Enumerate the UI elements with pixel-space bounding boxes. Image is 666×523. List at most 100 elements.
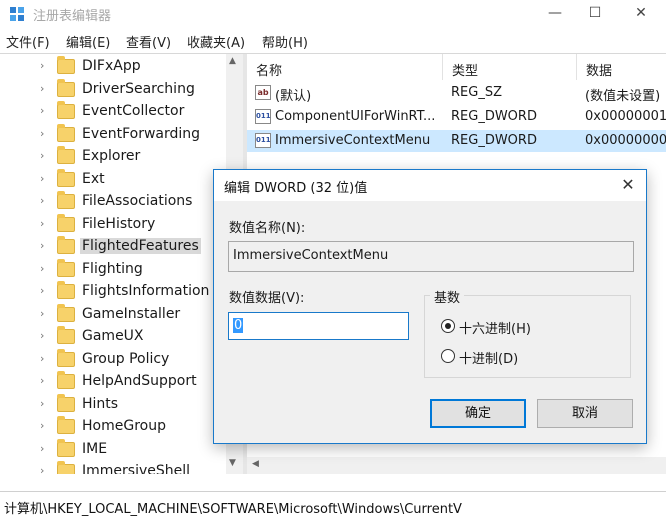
tree-item-label: DriverSearching: [82, 80, 195, 97]
title-bar: 注册表编辑器 — ☐ ✕: [0, 0, 666, 28]
tree-item-label: Flighting: [82, 260, 143, 277]
scroll-up-icon[interactable]: ▲: [229, 56, 236, 66]
registry-key-tree[interactable]: › DIFxApp › DriverSearching › EventCollector ›…: [0, 54, 226, 474]
tree-item[interactable]: › Explorer: [0, 146, 226, 168]
expand-arrow-icon[interactable]: ›: [40, 194, 44, 207]
folder-icon: [57, 78, 75, 97]
expand-arrow-icon[interactable]: ›: [40, 82, 44, 95]
value-type: REG_SZ: [451, 85, 502, 100]
folder-icon: [57, 258, 75, 277]
column-header-name[interactable]: 名称: [247, 54, 443, 80]
values-horizontal-scrollbar[interactable]: ◀: [247, 457, 666, 474]
folder-icon: [57, 281, 75, 299]
expand-arrow-icon[interactable]: ›: [40, 352, 44, 365]
tree-item[interactable]: › IME: [0, 438, 226, 461]
decimal-label[interactable]: 十进制(D): [459, 348, 518, 367]
menu-edit[interactable]: 编辑(E): [66, 32, 110, 51]
menu-file[interactable]: 文件(F): [6, 32, 50, 51]
tree-item[interactable]: › Ext: [0, 168, 226, 191]
expand-arrow-icon[interactable]: ›: [40, 464, 44, 474]
folder-icon: [57, 438, 75, 457]
tree-item[interactable]: › FileHistory: [0, 213, 226, 236]
dword-value-icon: 011: [255, 109, 271, 124]
tree-item[interactable]: › Flighting: [0, 258, 226, 281]
folder-icon: [57, 101, 75, 119]
expand-arrow-icon[interactable]: ›: [40, 217, 44, 230]
scroll-down-icon[interactable]: ▼: [229, 458, 236, 468]
tree-item[interactable]: › EventCollector: [0, 101, 226, 123]
value-name-field: ImmersiveContextMenu: [228, 241, 634, 272]
tree-item[interactable]: › HomeGroup: [0, 416, 226, 438]
expand-arrow-icon[interactable]: ›: [40, 172, 44, 185]
tree-item[interactable]: › GameUX: [0, 326, 226, 348]
tree-item[interactable]: › HelpAndSupport: [0, 371, 226, 393]
close-button[interactable]: ✕: [618, 0, 664, 28]
tree-item[interactable]: › EventForwarding: [0, 123, 226, 146]
expand-arrow-icon[interactable]: ›: [40, 239, 44, 252]
registry-editor-icon: [10, 7, 24, 21]
menu-favorites[interactable]: 收藏夹(A): [187, 32, 245, 51]
folder-icon: [57, 303, 75, 322]
ok-button[interactable]: 确定: [430, 399, 526, 428]
expand-arrow-icon[interactable]: ›: [40, 127, 44, 140]
decimal-radio[interactable]: [441, 349, 455, 363]
folder-icon: [57, 348, 75, 367]
tree-item[interactable]: › DriverSearching: [0, 78, 226, 101]
value-data: 0x00000000: [585, 133, 666, 148]
value-data: 0x00000001: [585, 109, 666, 124]
expand-arrow-icon[interactable]: ›: [40, 442, 44, 455]
tree-item[interactable]: › FlightsInformation: [0, 281, 226, 303]
expand-arrow-icon[interactable]: ›: [40, 419, 44, 432]
menu-view[interactable]: 查看(V): [126, 32, 171, 51]
hexadecimal-radio[interactable]: [441, 319, 455, 333]
tree-item-label: HelpAndSupport: [82, 373, 197, 389]
base-group-label: 基数: [430, 287, 465, 306]
tree-item[interactable]: › DIFxApp: [0, 56, 226, 78]
folder-icon: [57, 461, 75, 474]
expand-arrow-icon[interactable]: ›: [40, 59, 44, 72]
expand-arrow-icon[interactable]: ›: [40, 374, 44, 387]
tree-item-label: FlightsInformation: [82, 283, 210, 299]
tree-item[interactable]: › Hints: [0, 393, 226, 416]
cancel-button[interactable]: 取消: [537, 399, 633, 428]
string-value-icon: ab: [255, 85, 271, 100]
scroll-left-icon[interactable]: ◀: [252, 459, 259, 469]
value-row[interactable]: 011 ComponentUIForWinRT... REG_DWORD 0x0000…: [247, 106, 666, 128]
folder-icon: [57, 393, 75, 412]
expand-arrow-icon[interactable]: ›: [40, 329, 44, 342]
tree-item-label: IME: [82, 440, 108, 457]
value-name: ImmersiveContextMenu: [275, 133, 431, 148]
tree-item[interactable]: › Group Policy: [0, 348, 226, 371]
expand-arrow-icon[interactable]: ›: [40, 307, 44, 320]
value-data-input[interactable]: 0: [228, 312, 409, 340]
window-title: 注册表编辑器: [33, 9, 112, 24]
value-data: (数值未设置): [585, 89, 661, 104]
registry-path: 计算机\HKEY_LOCAL_MACHINE\SOFTWARE\Microsof…: [4, 502, 462, 517]
folder-icon: [57, 56, 75, 74]
column-header-data[interactable]: 数据: [577, 54, 666, 80]
maximize-button[interactable]: ☐: [572, 0, 618, 28]
tree-item[interactable]: › FileAssociations: [0, 191, 226, 213]
column-header-type[interactable]: 类型: [443, 54, 577, 80]
value-name: ComponentUIForWinRT...: [275, 109, 436, 124]
expand-arrow-icon[interactable]: ›: [40, 284, 44, 297]
tree-item[interactable]: › ImmersiveShell: [0, 461, 226, 474]
dialog-close-button[interactable]: ✕: [614, 173, 642, 197]
tree-item-label: ImmersiveShell: [82, 463, 191, 474]
expand-arrow-icon[interactable]: ›: [40, 149, 44, 162]
tree-item[interactable]: › GameInstaller: [0, 303, 226, 326]
expand-arrow-icon[interactable]: ›: [40, 104, 44, 117]
expand-arrow-icon[interactable]: ›: [40, 262, 44, 275]
dword-value-icon: 011: [255, 133, 271, 148]
value-type: REG_DWORD: [451, 133, 537, 148]
folder-icon: [57, 146, 75, 164]
value-data-label: 数值数据(V):: [229, 291, 305, 306]
hexadecimal-label[interactable]: 十六进制(H): [459, 318, 531, 337]
expand-arrow-icon[interactable]: ›: [40, 397, 44, 410]
value-row[interactable]: 011 ImmersiveContextMenu REG_DWORD 0x000000…: [247, 130, 666, 152]
tree-item[interactable]: › FlightedFeatures: [0, 236, 226, 258]
value-row[interactable]: ab (默认) REG_SZ (数值未设置): [247, 82, 666, 104]
menu-help[interactable]: 帮助(H): [262, 32, 308, 51]
tree-item-label: Explorer: [82, 148, 141, 164]
tree-item-label: EventForwarding: [82, 125, 201, 142]
